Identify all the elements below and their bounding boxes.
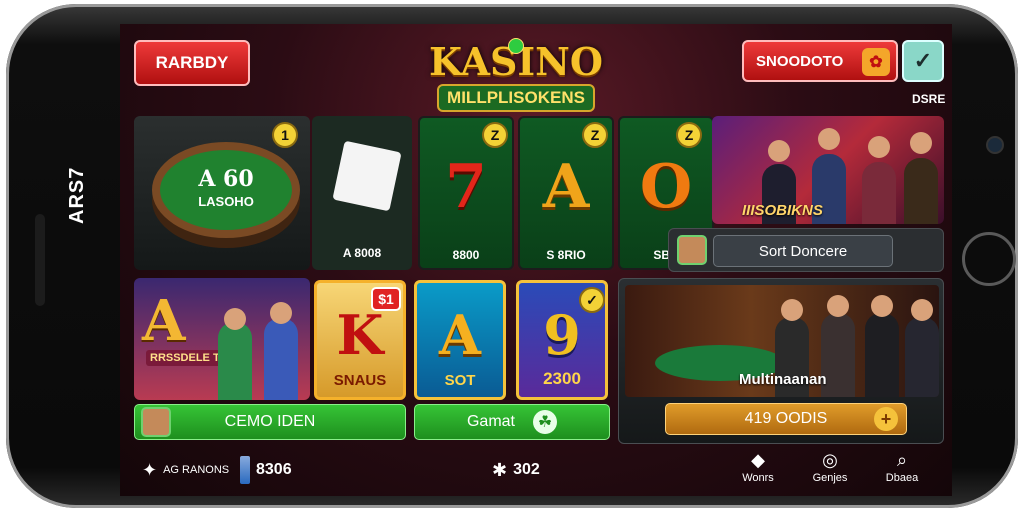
dealer-head (818, 128, 840, 150)
header-left-button[interactable]: RARBDY (134, 40, 250, 86)
multiplayer-tile[interactable]: Multinaanan 419 OODIS + (618, 278, 944, 444)
avatar (677, 235, 707, 265)
dealer-head (868, 136, 890, 158)
gem-icon (508, 38, 524, 54)
coins-button[interactable]: 419 OODIS + (665, 403, 907, 435)
card-image (332, 140, 402, 212)
slot-symbol: 9 (543, 303, 581, 367)
dealer-head (910, 132, 932, 154)
device-side-label: ARS7 (66, 166, 88, 224)
nav-item-label: Genjes (812, 472, 848, 484)
target-icon: ◎ (822, 450, 838, 470)
nav-item-dbaea[interactable]: ⌕ Dbaea (872, 450, 932, 484)
ak-promo-tile[interactable]: A RRSSDELE TRES (134, 278, 310, 400)
slot-symbol: 7 (445, 152, 487, 222)
slot-label: 2300 (543, 369, 581, 388)
player-head (827, 295, 849, 317)
game-label: Gamat (466, 413, 515, 430)
z-badge: Z (582, 122, 608, 148)
dealer-figure (904, 158, 938, 224)
speaker-slot (35, 214, 45, 306)
diamond-icon: ◆ (751, 450, 765, 470)
slot-symbol: O (639, 152, 693, 222)
table-subtitle: LASOHO (198, 194, 254, 209)
player-figure (905, 317, 939, 397)
corner-label: DSRE (912, 92, 946, 106)
slot-label: SOT (444, 372, 476, 389)
game-button[interactable]: Gamat ☘ (414, 404, 610, 440)
slot-symbol: A (542, 152, 590, 222)
slot-tile-a2[interactable]: A SOT (414, 280, 506, 400)
player-head (781, 299, 803, 321)
player-figure (865, 313, 899, 397)
logo-subtitle: MILLPLISOKENS (437, 84, 595, 112)
chips-value: 8306 (256, 461, 292, 478)
table-title: A 60 (198, 166, 254, 192)
slot-caption: S 8RIO (546, 248, 586, 262)
nav-left[interactable]: ✦ AG RANONS (142, 450, 229, 490)
live-title: IIISOBIKNS (742, 202, 823, 219)
cards-caption: A 8008 (342, 246, 382, 260)
home-button[interactable] (962, 232, 1016, 286)
demo-button[interactable]: CEMO IDEN (134, 404, 406, 440)
star-icon: ✱ (492, 459, 508, 480)
slot-label: SNAUS (333, 372, 387, 389)
slot-caption: 8800 (452, 248, 480, 262)
chip-stack-icon (240, 456, 250, 484)
character-head (224, 308, 246, 330)
dealer-figure (862, 162, 896, 224)
slot-tile-k[interactable]: $1 K SNAUS (314, 280, 406, 400)
flower-badge-icon: ✿ (862, 48, 890, 76)
nav-item-label: Dbaea (885, 472, 919, 484)
table-felt: A 60 LASOHO (152, 142, 300, 238)
dealer-head (768, 140, 790, 162)
casino-logo: KASINO MILLPLISOKENS (416, 38, 616, 122)
center-counter: ✱ 302 (492, 450, 540, 490)
slot-tile-7[interactable]: Z 7 8800 (418, 116, 514, 270)
gift-icon: ✦ (142, 459, 158, 480)
plus-icon: + (874, 407, 898, 431)
z-badge: Z (676, 122, 702, 148)
character-figure (264, 318, 298, 400)
phone-frame: ARS7 RARBDY KASINO MILLPLISOKENS SNOODOT… (6, 4, 1018, 508)
z-badge: Z (482, 122, 508, 148)
character-head (270, 302, 292, 324)
header-right-label: SNOODOTO (756, 52, 844, 70)
demo-label: CEMO IDEN (224, 413, 316, 430)
check-button[interactable]: ✓ (902, 40, 944, 82)
casino-table-tile[interactable]: 1 A 60 LASOHO (134, 116, 310, 270)
nav-left-label: AG RANONS (163, 464, 230, 476)
slot-symbol: K (336, 303, 384, 367)
nav-item-wonrs[interactable]: ◆ Wonrs (728, 450, 788, 484)
live-casino-tile[interactable]: IIISOBIKNS (712, 116, 944, 224)
slot-symbol: A (439, 303, 481, 367)
search-icon: ⌕ (896, 450, 908, 470)
avatar (141, 407, 171, 437)
chips-counter: 8306 (240, 450, 292, 490)
live-bar: Sort Doncere (668, 228, 944, 272)
cards-tile[interactable]: A 8008 (312, 116, 412, 270)
sort-button[interactable]: Sort Doncere (713, 235, 893, 267)
slot-tile-a[interactable]: Z A S 8RIO (518, 116, 614, 270)
player-head (871, 295, 893, 317)
ak-letter: A (142, 288, 186, 354)
clover-icon: ☘ (533, 410, 557, 434)
player-head (911, 299, 933, 321)
game-screen: RARBDY KASINO MILLPLISOKENS SNOODOTO ✿ ✓… (120, 24, 952, 496)
center-value: 302 (513, 461, 540, 478)
coin-badge: 1 (272, 122, 298, 148)
check-icon: ✓ (913, 48, 933, 73)
nav-item-genjes[interactable]: ◎ Genjes (800, 450, 860, 484)
coins-label: 419 OODIS (744, 410, 828, 427)
character-figure (218, 322, 252, 400)
slot-tile-9[interactable]: ✓ 9 2300 (516, 280, 608, 400)
camera-icon (986, 136, 1004, 154)
header-right-button[interactable]: SNOODOTO ✿ (742, 40, 898, 82)
nav-item-label: Wonrs (742, 472, 774, 484)
multiplayer-caption: Multinaanan (739, 371, 827, 388)
